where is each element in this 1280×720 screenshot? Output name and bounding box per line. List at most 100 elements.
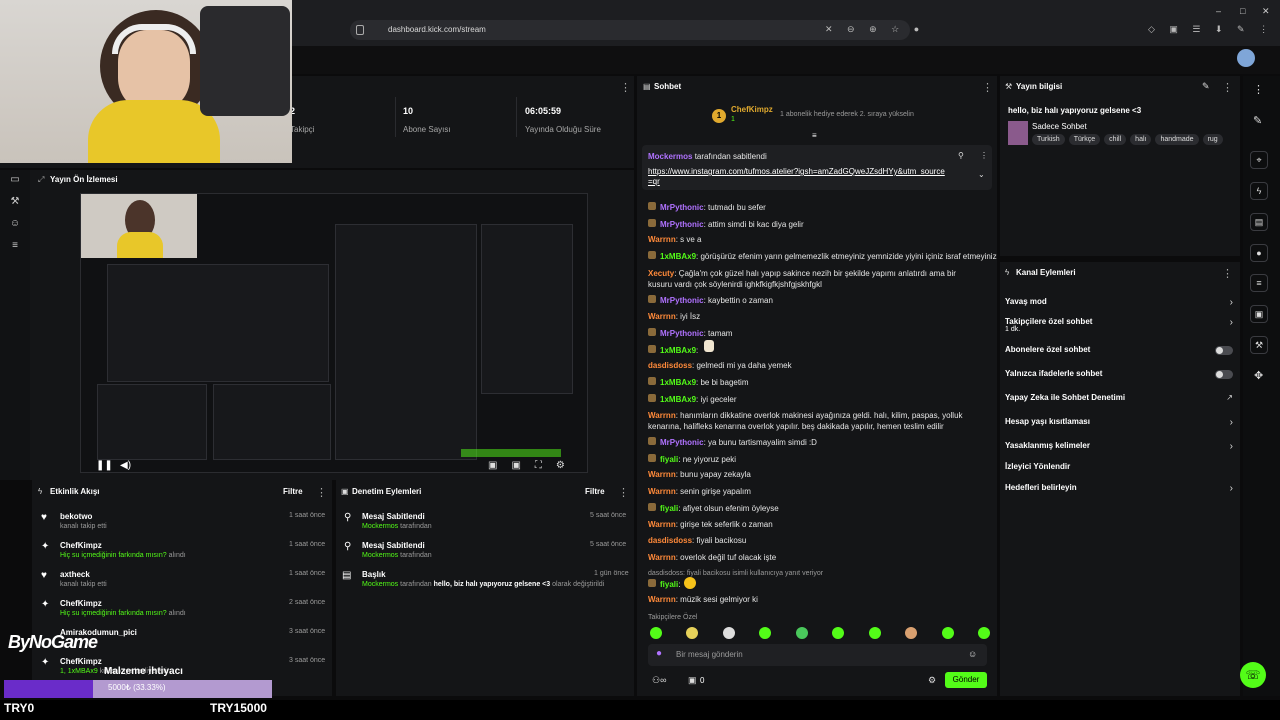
pinned-link[interactable]: https://www.instagram.com/tufmos.atelier… bbox=[648, 167, 948, 187]
channel-action-row[interactable]: Yapay Zeka ile Sohbet Denetimi ↗ bbox=[1005, 393, 1235, 409]
activity-user[interactable]: ChefKimpz bbox=[60, 541, 102, 550]
chat-username[interactable]: Warrnn bbox=[648, 553, 676, 562]
users-icon[interactable]: ⚇∞ bbox=[652, 675, 666, 686]
tag[interactable]: halı bbox=[1130, 134, 1152, 145]
emote-8[interactable] bbox=[905, 627, 918, 639]
pinned-menu-icon[interactable]: ⋮ bbox=[980, 151, 988, 160]
channel-action-row[interactable]: Hedefleri belirleyin › bbox=[1005, 483, 1235, 499]
toolbar-icons[interactable]: ◇ ▣ ☰ ⬇ ✎ ⋮ bbox=[1148, 24, 1274, 35]
mic-icon[interactable]: ● bbox=[656, 648, 662, 659]
chat-username[interactable]: 1xMBAx9 bbox=[660, 346, 696, 355]
channel-actions-menu-icon[interactable]: ⋮ bbox=[1222, 267, 1233, 280]
extension-icons[interactable]: ✕ ⊖ ⊕ ☆ ● bbox=[825, 24, 925, 35]
volume-icon[interactable]: ◀) bbox=[120, 460, 131, 471]
mod-user[interactable]: Mockermos bbox=[362, 552, 398, 559]
chat-settings-icon[interactable]: ⚙ bbox=[928, 675, 936, 686]
chat-username[interactable]: fiyali bbox=[660, 455, 678, 464]
channel-action-row[interactable]: Yalnızca ifadelerle sohbet bbox=[1005, 369, 1235, 385]
tag[interactable]: Türkçe bbox=[1068, 134, 1101, 145]
close-icon[interactable]: ✕ bbox=[1262, 6, 1270, 17]
emoji-picker-icon[interactable]: ☺ bbox=[968, 649, 977, 659]
mod-menu-icon[interactable]: ⋮ bbox=[618, 486, 629, 499]
plugin-icon[interactable]: ✥ bbox=[1254, 369, 1263, 382]
mod-filter-button[interactable]: Filtre bbox=[585, 487, 605, 496]
bolt-icon[interactable]: ϟ bbox=[1250, 182, 1268, 200]
chat-username[interactable]: Warrnn bbox=[648, 235, 676, 244]
emote-7[interactable] bbox=[868, 627, 881, 639]
chat-username[interactable]: fiyali bbox=[660, 504, 678, 513]
maximize-icon[interactable]: □ bbox=[1240, 6, 1245, 16]
users-icon[interactable]: ☺ bbox=[9, 218, 21, 230]
emote-9[interactable] bbox=[941, 627, 954, 639]
chat-username[interactable]: Warrnn bbox=[648, 312, 676, 321]
emote-5[interactable] bbox=[795, 627, 808, 639]
emote-10[interactable] bbox=[977, 627, 990, 639]
chat-username[interactable]: 1xMBAx9 bbox=[660, 252, 696, 261]
chat-username[interactable]: fiyali bbox=[660, 580, 678, 589]
toggle-switch[interactable] bbox=[1215, 370, 1233, 379]
chevron-right-icon[interactable]: › bbox=[1230, 417, 1233, 428]
channel-action-row[interactable]: Hesap yaşı kısıtlaması › bbox=[1005, 417, 1235, 433]
tag[interactable]: chill bbox=[1104, 134, 1127, 145]
collapse-icon[interactable]: ≡ bbox=[812, 131, 817, 140]
stats-menu-icon[interactable]: ⋮ bbox=[620, 81, 631, 94]
chat-username[interactable]: dasdisdoss bbox=[648, 536, 692, 545]
screen-icon[interactable]: ▭ bbox=[9, 174, 21, 186]
external-link-icon[interactable]: ↗ bbox=[1226, 393, 1233, 402]
chat-username[interactable]: Warrnn bbox=[648, 520, 676, 529]
activity-user[interactable]: bekotwo bbox=[60, 512, 92, 521]
chat-username[interactable]: MrPythonic bbox=[660, 296, 704, 305]
chat-username[interactable]: MrPythonic bbox=[660, 329, 704, 338]
tag[interactable]: rug bbox=[1202, 134, 1223, 145]
emote-row[interactable] bbox=[650, 627, 990, 639]
mod-user[interactable]: Mockermos bbox=[362, 581, 398, 588]
channel-action-row[interactable]: İzleyici Yönlendir bbox=[1005, 462, 1235, 478]
emote-1[interactable] bbox=[650, 627, 662, 639]
chevron-right-icon[interactable]: › bbox=[1230, 297, 1233, 308]
chat-username[interactable]: Warrnn bbox=[648, 487, 676, 496]
channel-action-row[interactable]: Takipçilere özel sohbet 1 dk. › bbox=[1005, 317, 1235, 333]
chat-username[interactable]: MrPythonic bbox=[660, 438, 704, 447]
chat-username[interactable]: dasdisdoss bbox=[648, 361, 692, 370]
pencil-icon[interactable]: ✎ bbox=[1253, 114, 1262, 127]
chevron-right-icon[interactable]: › bbox=[1230, 483, 1233, 494]
chat-username[interactable]: Warrnn bbox=[648, 411, 676, 420]
stream-preview[interactable] bbox=[80, 193, 588, 473]
emote-3[interactable] bbox=[722, 627, 735, 639]
gift-leader[interactable]: ChefKimpz bbox=[731, 105, 773, 114]
channel-action-row[interactable]: Yasaklanmış kelimeler › bbox=[1005, 441, 1235, 457]
activity-filter-button[interactable]: Filtre bbox=[283, 487, 303, 496]
chat-username[interactable]: 1xMBAx9 bbox=[660, 395, 696, 404]
target-icon[interactable]: ⌖ bbox=[1250, 151, 1268, 169]
activity-user[interactable]: ChefKimpz bbox=[60, 657, 102, 666]
stack-icon[interactable]: ▣ bbox=[1250, 305, 1268, 323]
chat-username[interactable]: 1xMBAx9 bbox=[660, 378, 696, 387]
send-button[interactable]: Gönder bbox=[945, 672, 987, 688]
pin-icon[interactable]: ⚲ bbox=[958, 151, 964, 160]
category-name[interactable]: Sadece Sohbet bbox=[1032, 122, 1087, 131]
player-controls[interactable]: ▣▣⛶⚙ bbox=[488, 460, 579, 471]
edit-icon[interactable]: ✎ bbox=[1202, 81, 1210, 92]
info-menu-icon[interactable]: ⋮ bbox=[1222, 81, 1233, 94]
support-icon[interactable]: ☏ bbox=[1240, 662, 1266, 688]
chat-username[interactable]: Warrnn bbox=[648, 595, 676, 604]
chevron-down-icon[interactable]: ⌄ bbox=[978, 170, 985, 179]
chevron-right-icon[interactable]: › bbox=[1230, 441, 1233, 452]
chat-username[interactable]: MrPythonic bbox=[660, 203, 704, 212]
expand-icon[interactable]: ⤢ bbox=[38, 175, 44, 185]
menu-icon[interactable]: ⋮ bbox=[1253, 83, 1264, 96]
emote-6[interactable] bbox=[832, 627, 845, 639]
toggle-switch[interactable] bbox=[1215, 346, 1233, 355]
activity-user[interactable]: ChefKimpz bbox=[60, 599, 102, 608]
channel-action-row[interactable]: Abonelere özel sohbet bbox=[1005, 345, 1235, 361]
emote-2[interactable] bbox=[686, 627, 699, 639]
list-icon[interactable]: ≡ bbox=[1250, 274, 1268, 292]
document-icon[interactable]: ▤ bbox=[1250, 213, 1268, 231]
stack-icon[interactable]: ≡ bbox=[9, 240, 21, 252]
pinned-by[interactable]: Mockermos bbox=[648, 152, 692, 161]
wrench-icon[interactable]: ⚒ bbox=[1250, 336, 1268, 354]
chat-bubble-icon[interactable]: ● bbox=[1250, 244, 1268, 262]
chat-username[interactable]: Warrnn bbox=[648, 470, 676, 479]
minimize-icon[interactable]: – bbox=[1216, 6, 1221, 16]
chat-menu-icon[interactable]: ⋮ bbox=[982, 81, 993, 94]
